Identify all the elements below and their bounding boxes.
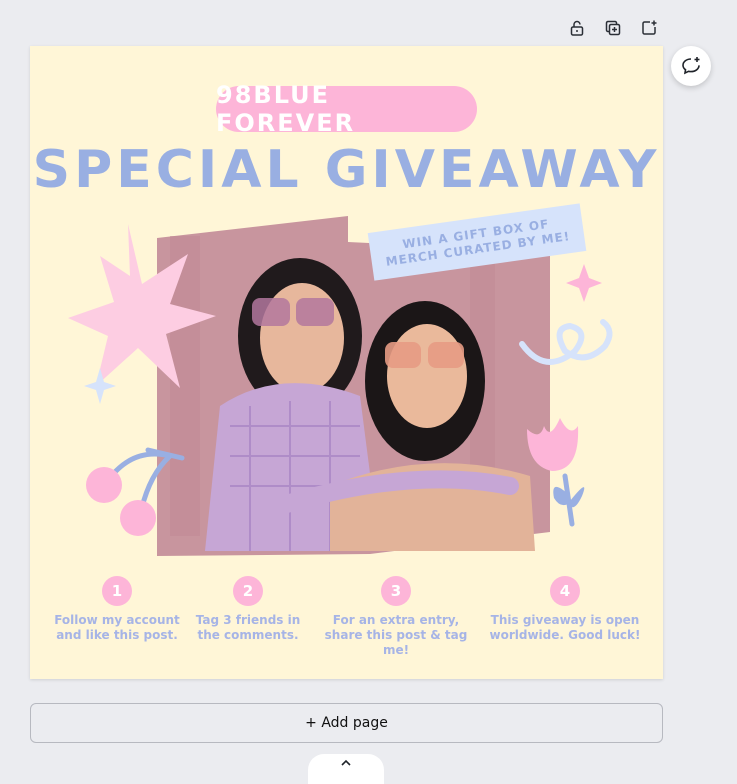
step-2: 2 Tag 3 friends in the comments. bbox=[173, 576, 323, 643]
step-text-line1: Tag 3 friends in bbox=[195, 613, 301, 627]
step-4: 4 This giveaway is open worldwide. Good … bbox=[480, 576, 650, 643]
step-number: 2 bbox=[233, 576, 263, 606]
lock-icon[interactable] bbox=[566, 17, 588, 39]
step-text-line2: and like this post. bbox=[56, 628, 178, 642]
step-text-line1: Follow my account bbox=[54, 613, 180, 627]
step-1: 1 Follow my account and like this post. bbox=[42, 576, 192, 643]
add-page-label: + Add page bbox=[305, 715, 388, 731]
step-number: 1 bbox=[102, 576, 132, 606]
step-text-line2: the comments. bbox=[197, 628, 299, 642]
chevron-up-icon bbox=[341, 759, 351, 766]
add-comment-icon bbox=[682, 57, 700, 75]
add-page-icon[interactable] bbox=[638, 17, 660, 39]
step-number: 3 bbox=[381, 576, 411, 606]
step-text-line2: share this post & tag me! bbox=[324, 628, 468, 657]
step-text-line1: This giveaway is open bbox=[490, 613, 640, 627]
add-page-button[interactable]: + Add page bbox=[30, 703, 663, 743]
giveaway-photo bbox=[157, 216, 550, 556]
step-3: 3 For an extra entry, share this post & … bbox=[311, 576, 481, 658]
step-number: 4 bbox=[550, 576, 580, 606]
collapse-pages-tab[interactable] bbox=[308, 754, 384, 784]
design-canvas[interactable]: 98BLUE FOREVER SPECIAL GIVEAWAY WIN A GI… bbox=[30, 46, 663, 679]
add-comment-button[interactable] bbox=[671, 46, 711, 86]
step-text-line1: For an extra entry, bbox=[332, 613, 460, 627]
step-text-line2: worldwide. Good luck! bbox=[489, 628, 641, 642]
duplicate-page-icon[interactable] bbox=[602, 17, 624, 39]
